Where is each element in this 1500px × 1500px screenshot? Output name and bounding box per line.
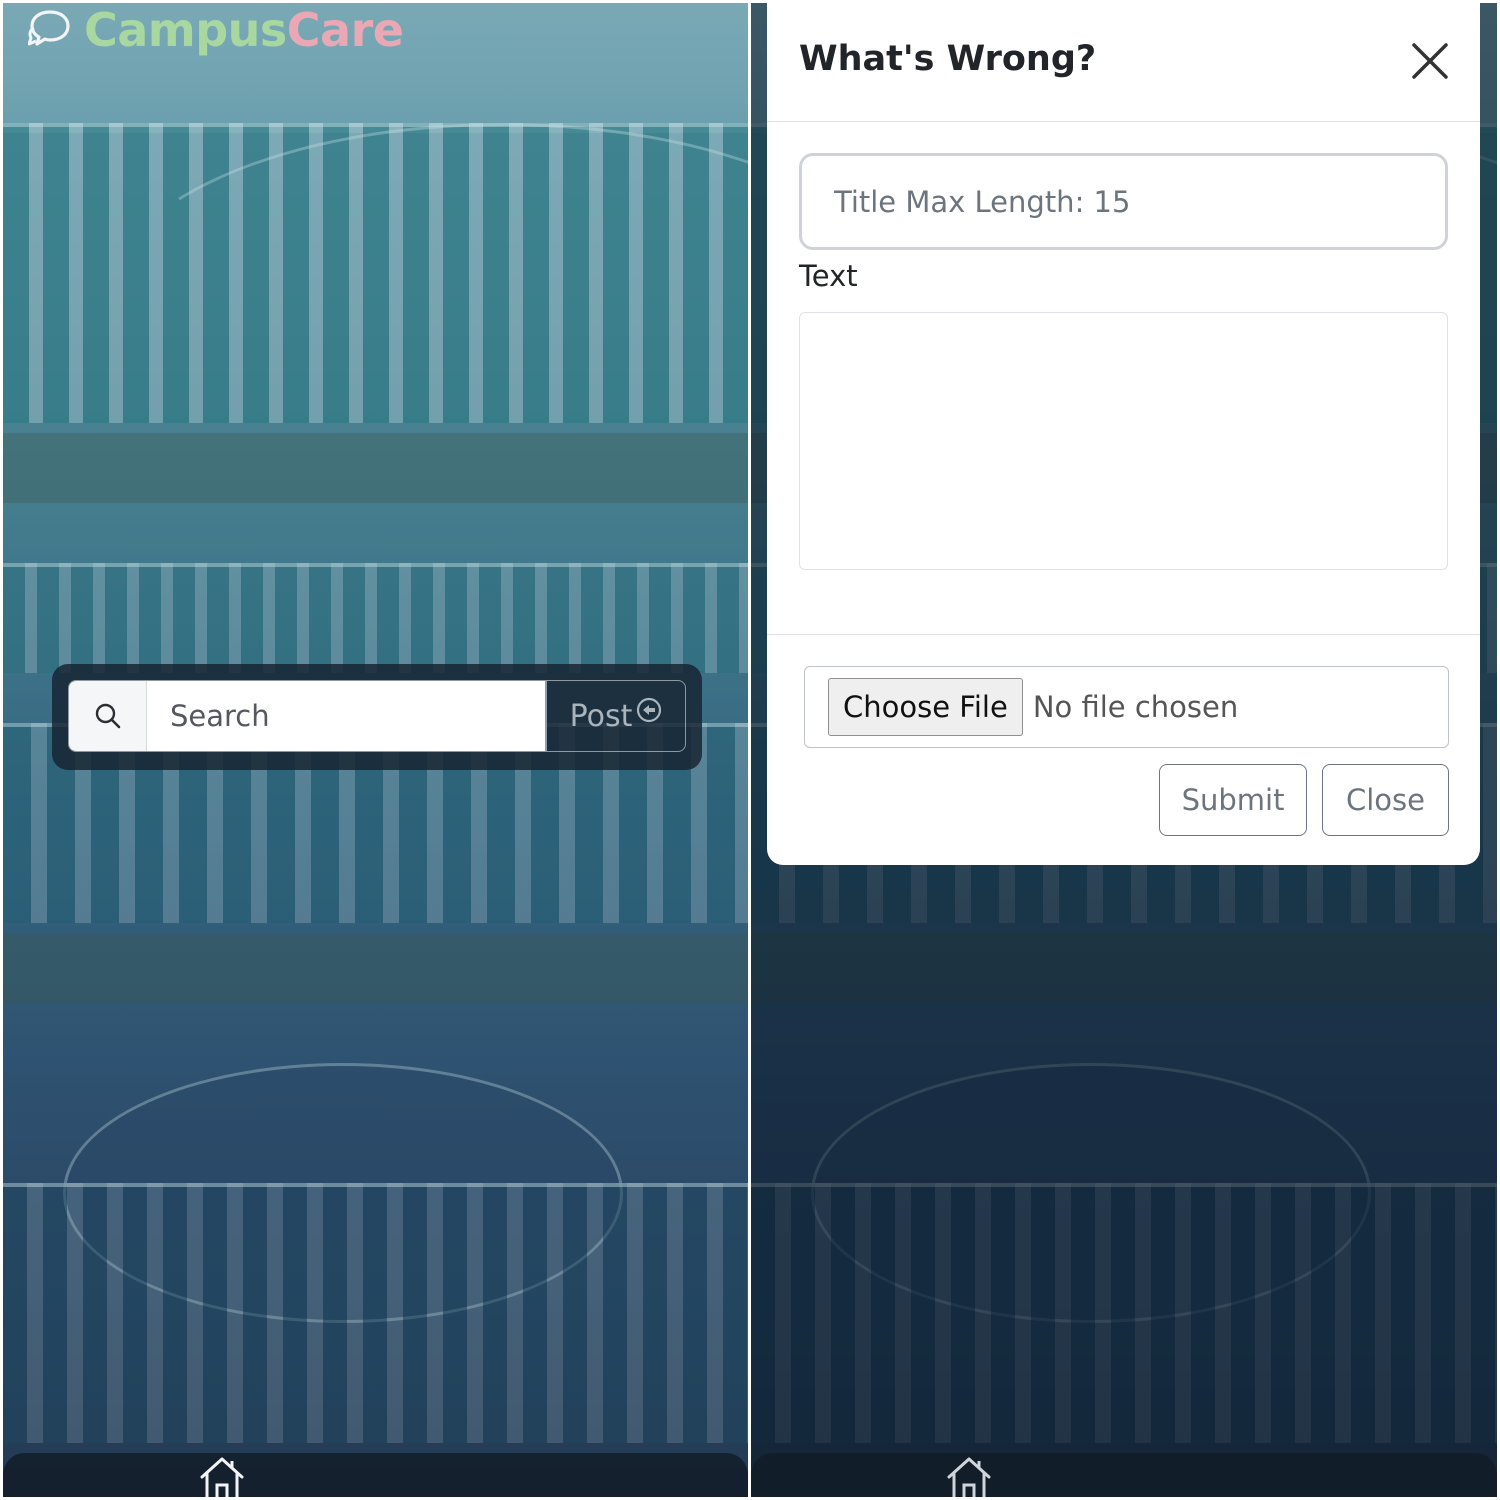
- modal-header: What's Wrong?: [767, 3, 1480, 122]
- search-input[interactable]: [147, 681, 545, 751]
- search-icon: [95, 703, 120, 729]
- close-button[interactable]: Close: [1322, 764, 1449, 836]
- modal-close-button[interactable]: [1408, 39, 1452, 83]
- arrow-circle-icon: [637, 697, 662, 723]
- title-input[interactable]: [799, 153, 1448, 250]
- brand-name: CampusCare: [84, 3, 404, 57]
- brand-name-campus: Campus: [84, 3, 287, 57]
- post-button[interactable]: Post: [545, 681, 685, 751]
- file-input[interactable]: Choose File No file chosen: [804, 666, 1449, 748]
- close-icon: [1412, 43, 1448, 79]
- bottom-nav: [751, 1453, 1497, 1497]
- search-icon-addon[interactable]: [69, 681, 147, 751]
- file-status: No file chosen: [1032, 690, 1239, 724]
- brand-logo[interactable]: CampusCare: [28, 3, 404, 57]
- brand-name-care: Care: [286, 3, 404, 57]
- submit-button[interactable]: Submit: [1159, 764, 1307, 836]
- search-bar: Post: [68, 680, 686, 752]
- choose-file-button[interactable]: Choose File: [828, 678, 1023, 736]
- bottom-nav: [3, 1453, 748, 1497]
- text-area[interactable]: [799, 312, 1448, 570]
- home-screen: CampusCare Post: [3, 3, 748, 1497]
- report-modal: What's Wrong? Text Choose File No file c…: [767, 3, 1480, 865]
- modal-title: What's Wrong?: [799, 39, 1097, 79]
- chat-bubbles-icon: [28, 10, 70, 46]
- search-panel: Post: [52, 664, 702, 770]
- modal-footer: Choose File No file chosen Submit Close: [767, 635, 1480, 865]
- text-label: Text: [799, 259, 858, 293]
- home-icon[interactable]: [198, 1455, 246, 1497]
- home-icon[interactable]: [945, 1455, 993, 1497]
- modal-body: Text: [767, 122, 1480, 635]
- post-button-label: Post: [569, 698, 633, 734]
